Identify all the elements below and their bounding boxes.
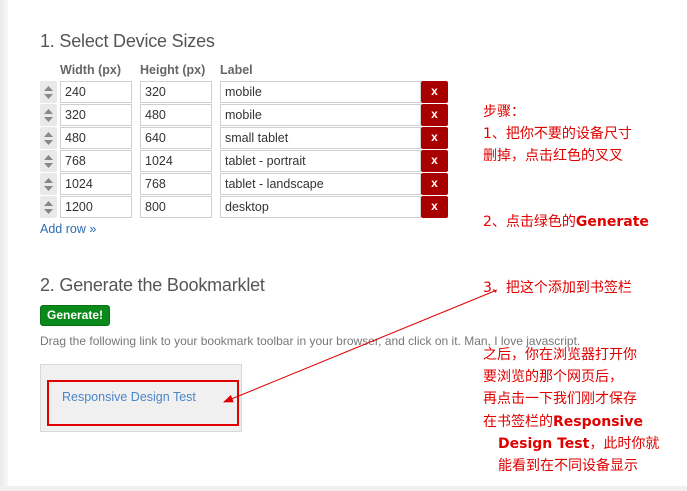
drag-handle-icon[interactable]: [40, 81, 57, 103]
table-row: x: [40, 173, 460, 195]
height-input[interactable]: [140, 104, 212, 126]
annotation-after-line2: 要浏览的那个网页后，: [483, 369, 623, 385]
table-row: x: [40, 81, 460, 103]
table-row: x: [40, 104, 460, 126]
width-input[interactable]: [60, 150, 132, 172]
label-input[interactable]: [220, 81, 421, 103]
annotation-after-line3: 再点击一下我们刚才保存: [483, 391, 637, 407]
annotation-step2: 2、点击绿色的Generate: [483, 211, 649, 233]
column-header-height: Height (px): [140, 63, 206, 77]
drag-handle-icon[interactable]: [40, 104, 57, 126]
annotation-after-line5-suffix: ，此时你就: [589, 436, 660, 452]
delete-row-button[interactable]: x: [421, 81, 448, 103]
height-input[interactable]: [140, 127, 212, 149]
column-header-label: Label: [220, 63, 253, 77]
annotation-highlight-box: [47, 380, 239, 426]
annotation-after-line6: 能看到在不同设备显示: [498, 458, 638, 474]
annotation-heading: 步骤：: [483, 104, 525, 120]
drag-handle-icon[interactable]: [40, 173, 57, 195]
page-bottom-edge: [0, 486, 687, 491]
height-input[interactable]: [140, 150, 212, 172]
delete-row-button[interactable]: x: [421, 104, 448, 126]
table-row: x: [40, 150, 460, 172]
annotation-after-line4: 在书签栏的Responsive: [483, 411, 643, 433]
label-input[interactable]: [220, 196, 421, 218]
width-input[interactable]: [60, 81, 132, 103]
height-input[interactable]: [140, 81, 212, 103]
annotation-step1-line1: 1、把你不要的设备尺寸: [483, 126, 632, 142]
annotation-after-line1: 之后，你在浏览器打开你: [483, 347, 637, 363]
label-input[interactable]: [220, 173, 421, 195]
width-input[interactable]: [60, 173, 132, 195]
annotation-step3: 3、把这个添加到书签栏: [483, 280, 632, 296]
delete-row-button[interactable]: x: [421, 127, 448, 149]
drag-handle-icon[interactable]: [40, 150, 57, 172]
table-row: x: [40, 196, 460, 218]
section-title-bookmarklet: 2. Generate the Bookmarklet: [40, 275, 265, 295]
delete-row-button[interactable]: x: [421, 196, 448, 218]
annotation-after-line4-bold: Responsive: [553, 414, 643, 430]
annotation-step2-bold: Generate: [575, 214, 649, 230]
drag-handle-icon[interactable]: [40, 127, 57, 149]
add-row-link[interactable]: Add row »: [40, 222, 96, 236]
label-input[interactable]: [220, 127, 421, 149]
delete-row-button[interactable]: x: [421, 173, 448, 195]
page-left-edge: [0, 0, 8, 491]
annotation-step2-prefix: 2、点击绿色的: [483, 214, 576, 230]
table-row: x: [40, 127, 460, 149]
annotation-after-line5-bold: Design Test: [498, 436, 590, 452]
column-header-width: Width (px): [60, 63, 121, 77]
height-input[interactable]: [140, 173, 212, 195]
width-input[interactable]: [60, 127, 132, 149]
generate-button[interactable]: Generate!: [40, 305, 111, 326]
height-input[interactable]: [140, 196, 212, 218]
section-title-device-sizes: 1. Select Device Sizes: [40, 31, 215, 51]
delete-row-button[interactable]: x: [421, 150, 448, 172]
width-input[interactable]: [60, 104, 132, 126]
annotation-after-line5: Design Test，此时你就: [498, 433, 659, 455]
annotation-after-line4-prefix: 在书签栏的: [483, 414, 553, 430]
label-input[interactable]: [220, 150, 421, 172]
width-input[interactable]: [60, 196, 132, 218]
label-input[interactable]: [220, 104, 421, 126]
drag-handle-icon[interactable]: [40, 196, 57, 218]
annotation-step1-line2: 删掉，点击红色的叉叉: [483, 148, 623, 164]
